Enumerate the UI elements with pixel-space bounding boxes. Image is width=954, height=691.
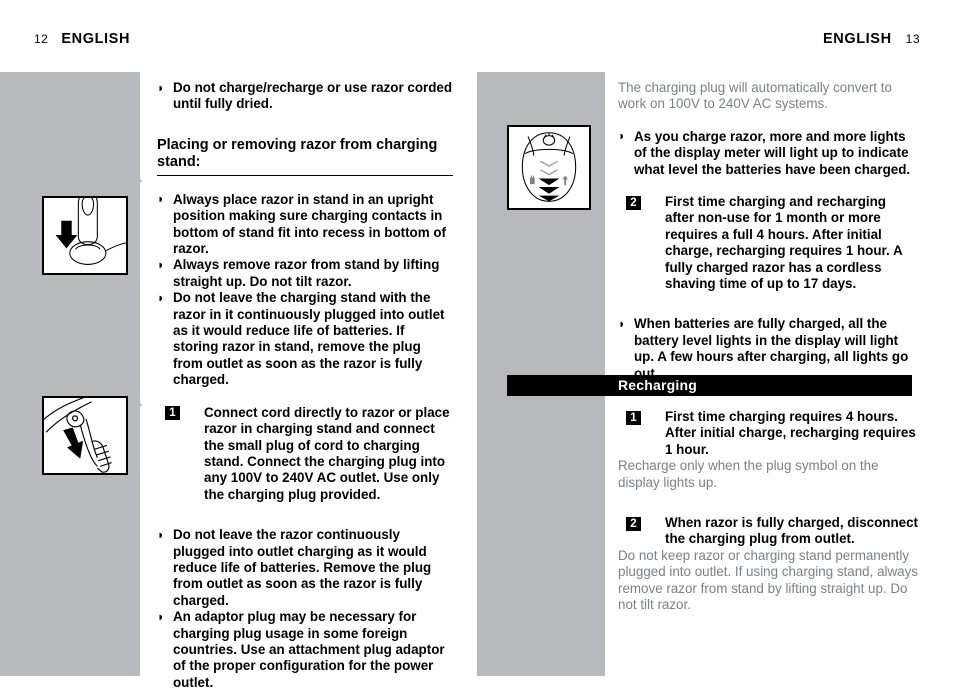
section-heading-placing-removing: Placing or removing razor from charging … xyxy=(157,136,438,170)
step-text: First time charging requires 4 hours. Af… xyxy=(665,409,916,457)
closing-bullet-list: Do not leave the razor continuously plug… xyxy=(157,527,453,691)
down-arrow-icon xyxy=(63,427,84,459)
step-number-badge: 2 xyxy=(626,195,641,210)
left-gray-band xyxy=(0,72,140,676)
right-text-column-upper: The charging plug will automatically con… xyxy=(618,80,918,382)
figure-razor-into-stand xyxy=(42,196,128,275)
numbered-step-2: 2 First time charging and recharging aft… xyxy=(618,194,918,292)
step-text: First time charging and recharging after… xyxy=(665,194,903,292)
page-number-left: 12 xyxy=(34,32,49,46)
list-item: As you charge razor, more and more light… xyxy=(618,128,918,178)
right-text-column-lower: 1 First time charging requires 4 hours. … xyxy=(618,409,918,613)
numbered-step-1: 1 Connect cord directly to razor or plac… xyxy=(157,405,453,503)
figure-pointer-plug-icon xyxy=(128,392,142,418)
charge-bullet-list: As you charge razor, more and more light… xyxy=(618,128,918,178)
figure-pointer-stand-icon xyxy=(128,168,142,194)
section-bar-label: Recharging xyxy=(618,377,698,393)
full-charge-bullet-list: When batteries are fully charged, all th… xyxy=(618,316,918,382)
step-number-badge: 1 xyxy=(165,406,180,421)
figure-plug-into-stand xyxy=(42,396,128,475)
razor-display-meter-illustration xyxy=(521,132,577,202)
running-head-right-label: ENGLISH xyxy=(822,31,892,47)
step-text: When razor is fully charged, disconnect … xyxy=(665,515,918,547)
down-arrow-icon xyxy=(55,220,78,249)
left-text-column: Do not charge/recharge or use razor cord… xyxy=(157,80,453,691)
figure-razor-display-meter xyxy=(507,125,591,210)
running-head-right: ENGLISH 13 xyxy=(823,31,920,47)
battery-level-lights-off xyxy=(540,160,558,176)
running-head-left: 12 ENGLISH xyxy=(34,31,130,47)
section-bar-recharging: Recharging xyxy=(507,375,912,396)
list-item: An adaptor plug may be necessary for cha… xyxy=(157,609,453,691)
stand-bullet-list: Always place razor in stand in an uprigh… xyxy=(157,191,453,389)
page-number-right: 13 xyxy=(905,32,920,46)
recharge-note-2: Do not keep razor or charging stand perm… xyxy=(618,547,918,613)
recharge-numbered-step-2: 2 When razor is fully charged, disconnec… xyxy=(618,515,918,548)
step-text: Connect cord directly to razor or place … xyxy=(204,404,450,502)
recharge-numbered-step-1: 1 First time charging requires 4 hours. … xyxy=(618,409,918,458)
step-number-badge: 1 xyxy=(626,410,641,425)
running-head-left-label: ENGLISH xyxy=(61,31,131,47)
list-item: Do not charge/recharge or use razor cord… xyxy=(157,80,453,113)
battery-level-lights-on xyxy=(538,178,560,202)
step-number-badge: 2 xyxy=(626,516,641,531)
list-item: When batteries are fully charged, all th… xyxy=(618,316,918,382)
figure-pointer-display-icon xyxy=(591,129,605,155)
plug-into-stand-illustration xyxy=(44,398,112,473)
razor-into-stand-illustration xyxy=(55,198,126,265)
list-item: Always remove razor from stand by liftin… xyxy=(157,257,453,290)
list-item: Do not leave the razor continuously plug… xyxy=(157,527,453,609)
list-item: Do not leave the charging stand with the… xyxy=(157,290,453,388)
list-item: Always place razor in stand in an uprigh… xyxy=(157,191,453,258)
recharge-note-1: Recharge only when the plug symbol on th… xyxy=(618,458,879,490)
intro-paragraph: The charging plug will automatically con… xyxy=(618,80,892,112)
intro-bullet-list: Do not charge/recharge or use razor cord… xyxy=(157,80,453,113)
